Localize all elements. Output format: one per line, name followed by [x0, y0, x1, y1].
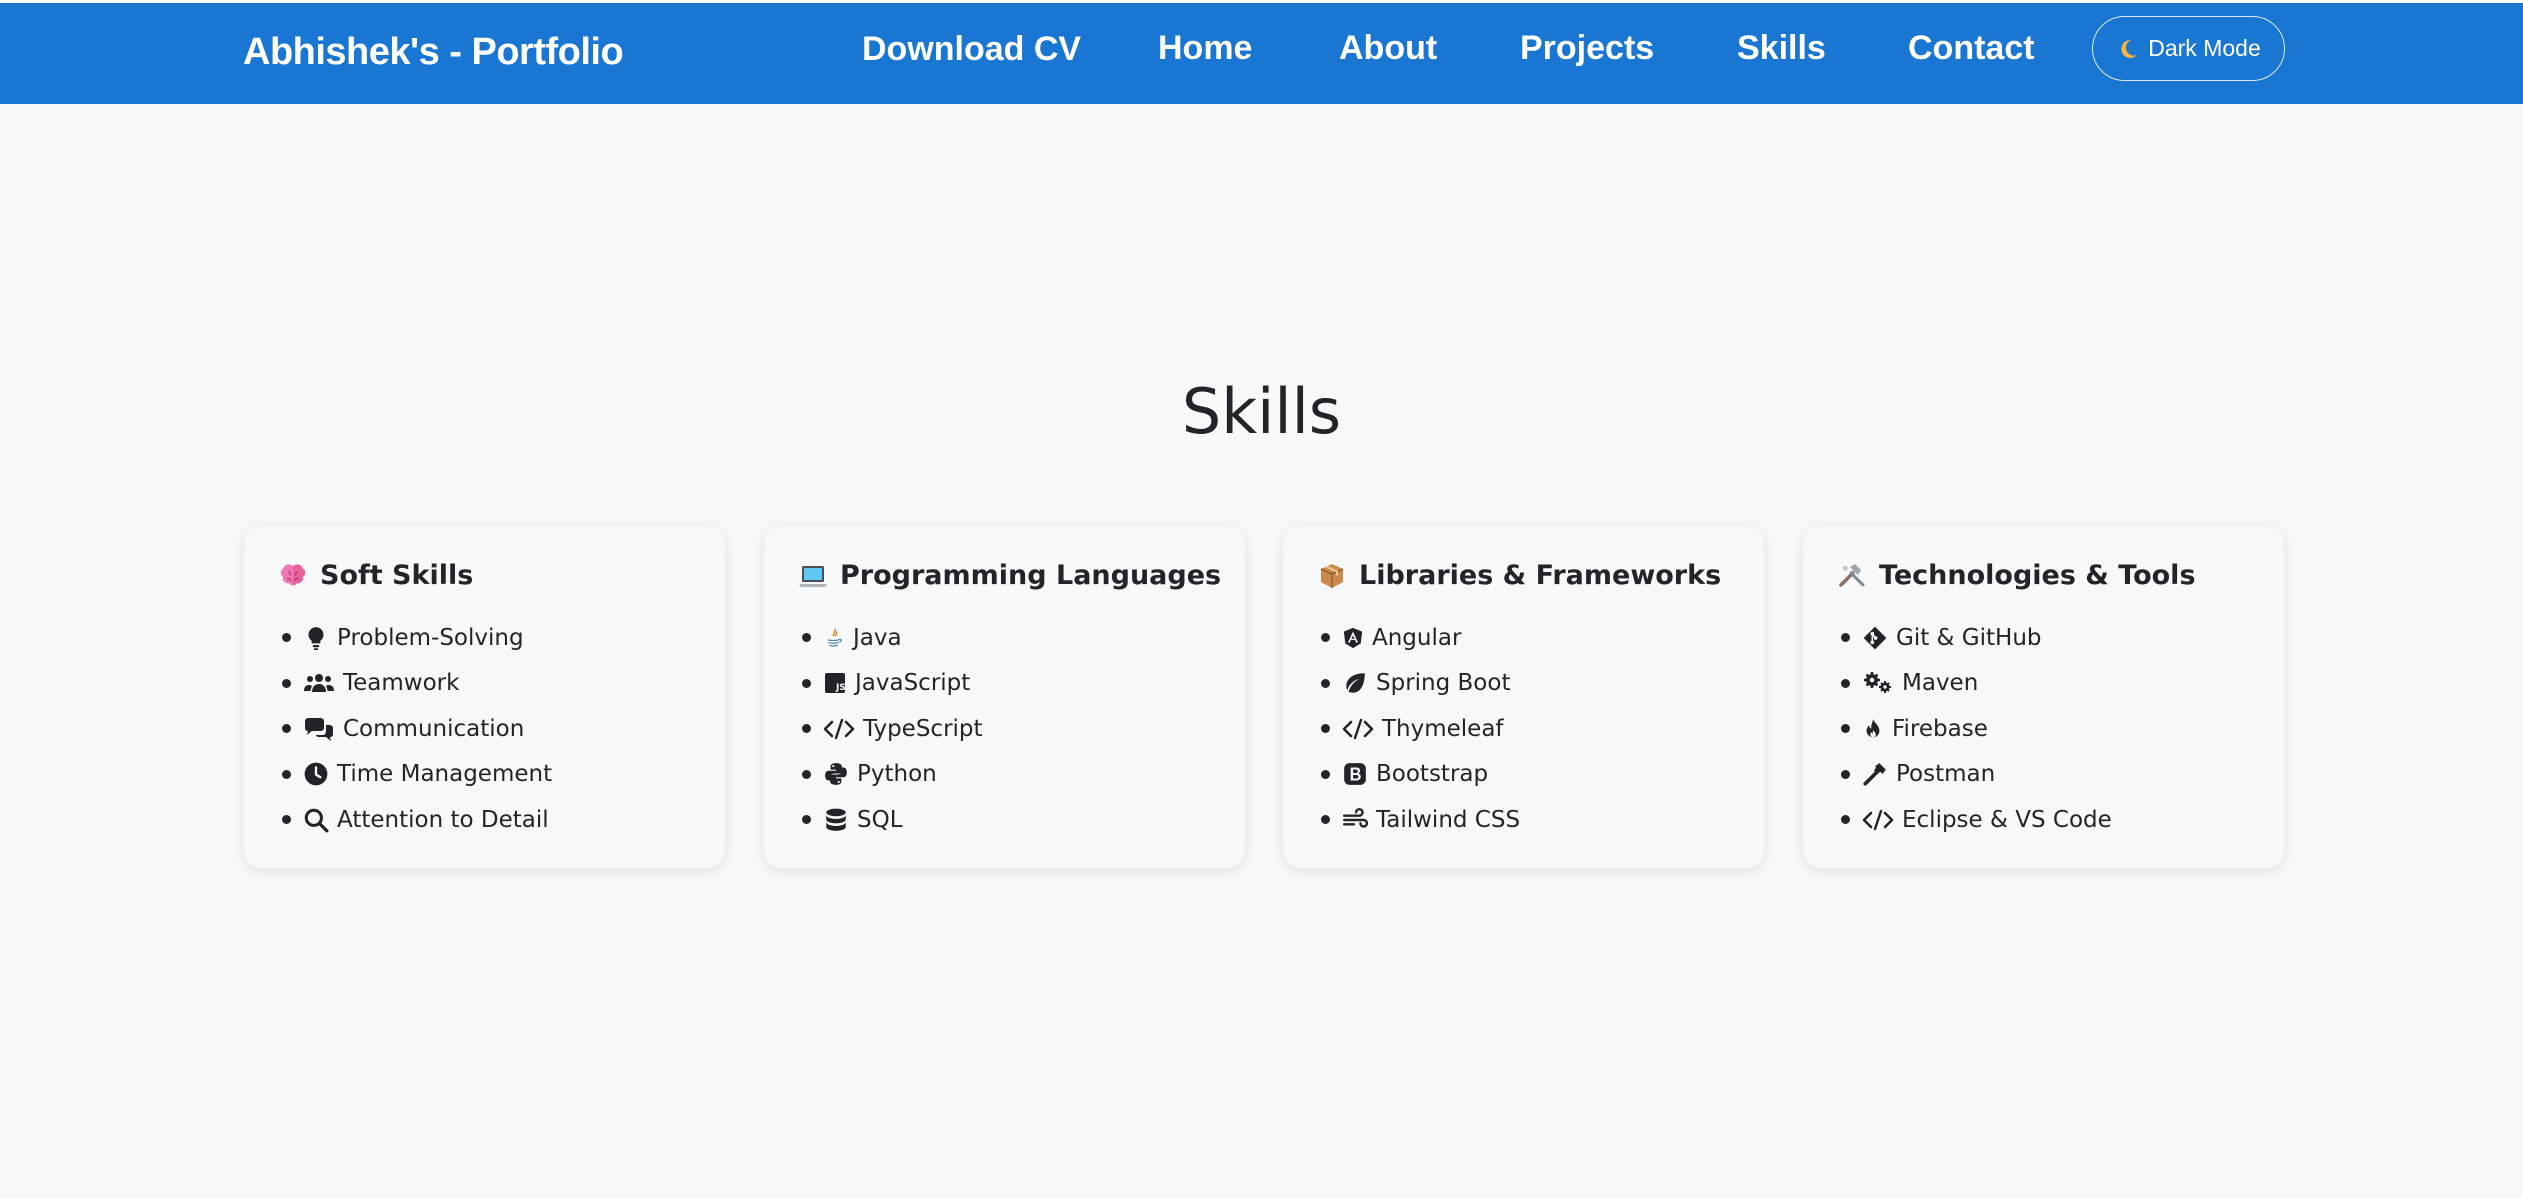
skill-label: Git & GitHub — [1896, 624, 2042, 651]
lightbulb-icon — [308, 626, 324, 650]
list-item: Postman — [1837, 752, 2112, 798]
nav-skills[interactable]: Skills — [1737, 29, 1826, 68]
skill-label: Problem-Solving — [337, 624, 524, 651]
python-icon — [825, 763, 847, 786]
users-icon — [304, 674, 334, 693]
list-item: Tailwind CSS — [1317, 797, 1520, 843]
code-icon — [1862, 809, 1894, 830]
skill-label: Firebase — [1892, 715, 1988, 742]
package-icon — [1320, 563, 1344, 588]
list-item: Communication — [278, 706, 552, 752]
skill-card-libraries-frameworks: Libraries & Frameworks Angular Spring Bo… — [1283, 526, 1764, 868]
database-icon — [826, 808, 846, 831]
card-heading: Soft Skills — [320, 560, 474, 591]
skill-label: Tailwind CSS — [1376, 806, 1521, 833]
skill-list: Java JS JavaScript TypeScript Python SQL — [798, 615, 983, 843]
java-icon — [827, 628, 842, 647]
skill-label: SQL — [857, 806, 903, 833]
skill-card-technologies-tools: Technologies & Tools Git & GitHub Maven … — [1803, 526, 2284, 868]
brand-logo[interactable]: Abhishek's - Portfolio — [243, 31, 624, 74]
skill-label: Bootstrap — [1376, 761, 1489, 788]
nav-about[interactable]: About — [1339, 29, 1437, 68]
list-item: Bootstrap — [1317, 752, 1520, 798]
list-item: SQL — [798, 797, 983, 843]
list-item: Spring Boot — [1317, 661, 1520, 707]
skill-list: Problem-Solving Teamwork Communication T… — [278, 615, 552, 843]
dark-mode-button[interactable]: Dark Mode — [2092, 16, 2285, 81]
list-item: Angular — [1317, 615, 1520, 661]
brain-icon — [280, 563, 306, 585]
dark-mode-label: Dark Mode — [2148, 35, 2261, 61]
skill-label: Python — [857, 761, 937, 788]
angular-icon — [1343, 627, 1363, 648]
tools-icon — [1839, 563, 1865, 587]
section-title: Skills — [1181, 375, 1342, 448]
list-item: Firebase — [1837, 706, 2112, 752]
hammer-icon — [1863, 763, 1886, 786]
code-icon — [1342, 718, 1374, 739]
javascript-icon: JS — [825, 673, 846, 694]
skill-label: Thymeleaf — [1382, 715, 1504, 742]
skill-label: Time Management — [337, 761, 553, 788]
skill-label: Teamwork — [343, 670, 460, 697]
skill-label: Angular — [1372, 624, 1462, 651]
fire-icon — [1866, 718, 1880, 737]
wind-icon — [1342, 807, 1368, 828]
list-item: Python — [798, 752, 983, 798]
skill-list: Git & GitHub Maven Firebase Postman Ecli… — [1837, 615, 2112, 843]
list-item: Attention to Detail — [278, 797, 552, 843]
list-item: Maven — [1837, 661, 2112, 707]
skill-label: Java — [853, 624, 902, 651]
skill-card-soft-skills: Soft Skills Problem-Solving Teamwork Com… — [244, 526, 725, 868]
skill-card-programming-languages: Programming Languages Java JS JavaScript… — [764, 526, 1245, 868]
moon-icon — [2121, 39, 2138, 58]
card-heading: Programming Languages — [840, 560, 1222, 591]
list-item: Git & GitHub — [1837, 615, 2112, 661]
svg-text:JS: JS — [835, 683, 846, 693]
nav-download-cv[interactable]: Download CV — [862, 30, 1081, 69]
skill-label: Communication — [343, 715, 525, 742]
skill-label: Spring Boot — [1376, 670, 1511, 697]
comments-icon — [305, 717, 333, 741]
skill-label: Eclipse & VS Code — [1902, 806, 2112, 833]
card-heading: Technologies & Tools — [1879, 560, 2196, 591]
skill-list: Angular Spring Boot Thymeleaf Bootstrap … — [1317, 615, 1520, 843]
skill-label: Attention to Detail — [337, 806, 549, 833]
list-item: Thymeleaf — [1317, 706, 1520, 752]
list-item: Problem-Solving — [278, 615, 552, 661]
list-item: Teamwork — [278, 661, 552, 707]
search-icon — [304, 808, 329, 833]
leaf-icon — [1346, 673, 1365, 693]
code-icon — [823, 718, 855, 739]
gears-icon — [1864, 672, 1891, 694]
list-item: TypeScript — [798, 706, 983, 752]
nav-home[interactable]: Home — [1158, 29, 1252, 68]
navbar: Abhishek's - Portfolio Download CV Home … — [0, 3, 2523, 104]
nav-contact[interactable]: Contact — [1908, 29, 2035, 68]
skill-label: Postman — [1896, 761, 1996, 788]
bootstrap-icon — [1344, 763, 1366, 786]
skill-label: Maven — [1902, 670, 1979, 697]
skill-label: TypeScript — [863, 715, 983, 742]
list-item: Java — [798, 615, 983, 661]
list-item: Eclipse & VS Code — [1837, 797, 2112, 843]
card-heading: Libraries & Frameworks — [1359, 560, 1722, 591]
git-icon — [1863, 626, 1887, 650]
clock-icon — [304, 762, 328, 786]
list-item: Time Management — [278, 752, 552, 798]
list-item: JS JavaScript — [798, 661, 983, 707]
laptop-icon — [799, 565, 827, 587]
skill-label: JavaScript — [855, 670, 971, 697]
nav-projects[interactable]: Projects — [1520, 29, 1654, 68]
